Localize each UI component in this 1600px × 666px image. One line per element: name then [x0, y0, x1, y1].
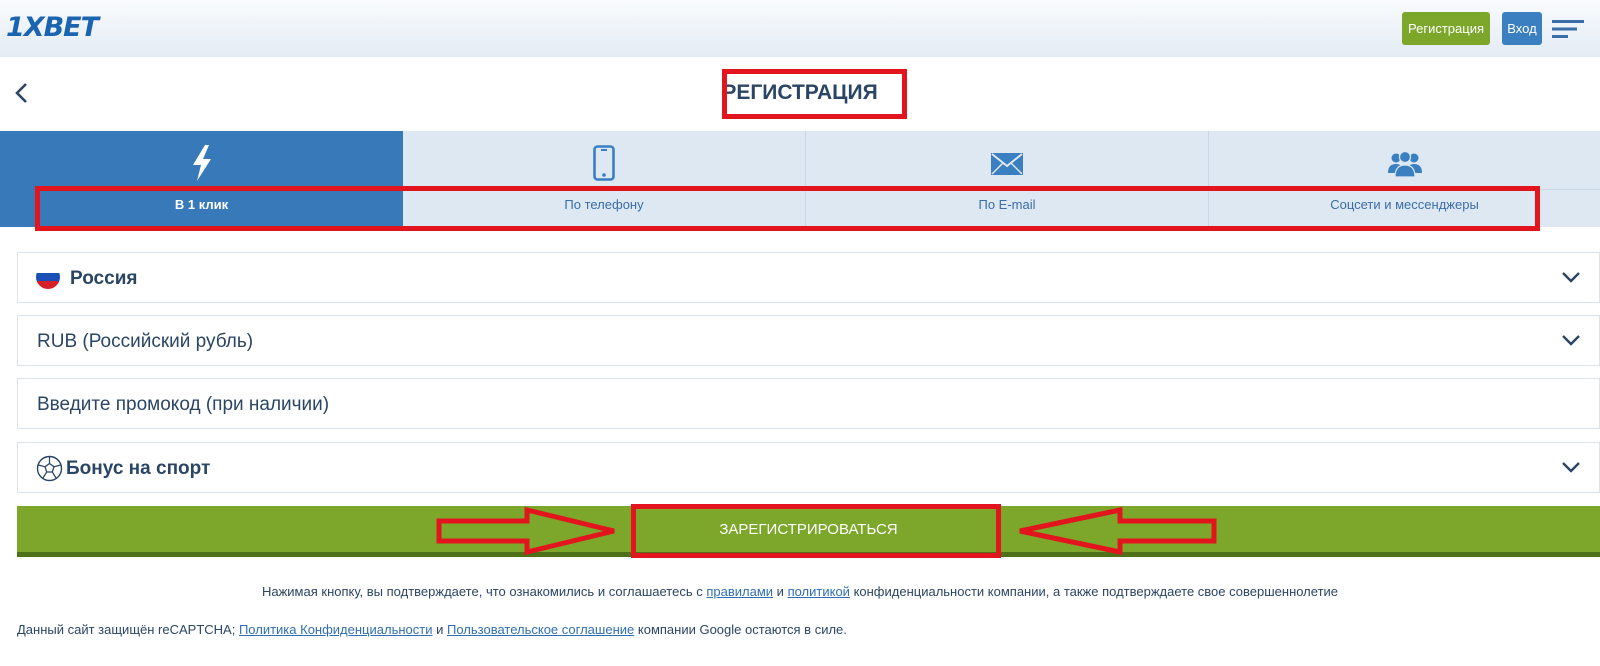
soccer-ball-icon	[36, 455, 63, 482]
terms-text: и	[776, 584, 784, 599]
recaptcha-notice: Данный сайт защищён reCAPTCHA; Политика …	[17, 620, 1577, 640]
captcha-text: Данный сайт защищён reCAPTCHA;	[17, 622, 236, 637]
terms-text: Нажимая кнопку, вы подтверждаете, что оз…	[261, 584, 703, 599]
annotation-title-box	[722, 69, 907, 119]
country-value: Россия	[70, 268, 138, 289]
captcha-text: компании Google остаются в силе.	[637, 622, 847, 637]
annotation-tabs-box	[35, 186, 1540, 231]
bonus-value: Бонус на спорт	[66, 458, 211, 479]
arrow-left-icon	[1019, 506, 1217, 556]
header-login-button[interactable]: Вход	[1502, 12, 1542, 45]
currency-value: RUB (Российский рубль)	[37, 331, 254, 352]
policy-link[interactable]: политикой	[788, 584, 850, 599]
chevron-down-icon	[1562, 272, 1580, 283]
promo-code-input[interactable]: Введите промокод (при наличии)	[17, 378, 1600, 429]
annotation-submit-box	[631, 504, 1001, 558]
terms-notice: Нажимая кнопку, вы подтверждаете, что оз…	[0, 582, 1600, 602]
captcha-text: и	[436, 622, 444, 637]
arrow-right-icon	[436, 506, 615, 556]
google-privacy-link[interactable]: Политика Конфиденциальности	[239, 622, 433, 637]
lightning-icon	[192, 145, 211, 181]
chevron-down-icon	[1562, 462, 1580, 473]
header-register-button[interactable]: Регистрация	[1402, 12, 1490, 45]
envelope-icon	[991, 153, 1023, 175]
russia-flag-icon	[36, 265, 60, 289]
top-header: 1XBET Регистрация Вход	[0, 0, 1600, 57]
users-icon	[1387, 150, 1422, 178]
phone-icon	[593, 145, 615, 181]
rules-link[interactable]: правилами	[706, 584, 773, 599]
currency-select[interactable]: RUB (Российский рубль)	[17, 315, 1600, 366]
bonus-select[interactable]: Бонус на спорт	[17, 442, 1600, 493]
terms-text: конфиденциальности компании, а также под…	[853, 584, 1339, 599]
hamburger-menu-icon[interactable]	[1552, 19, 1584, 39]
brand-logo[interactable]: 1XBET	[6, 10, 99, 46]
google-terms-link[interactable]: Пользовательское соглашение	[447, 622, 634, 637]
chevron-down-icon	[1562, 335, 1580, 346]
promo-code-placeholder: Введите промокод (при наличии)	[37, 394, 330, 415]
country-select[interactable]: Россия	[17, 252, 1600, 303]
